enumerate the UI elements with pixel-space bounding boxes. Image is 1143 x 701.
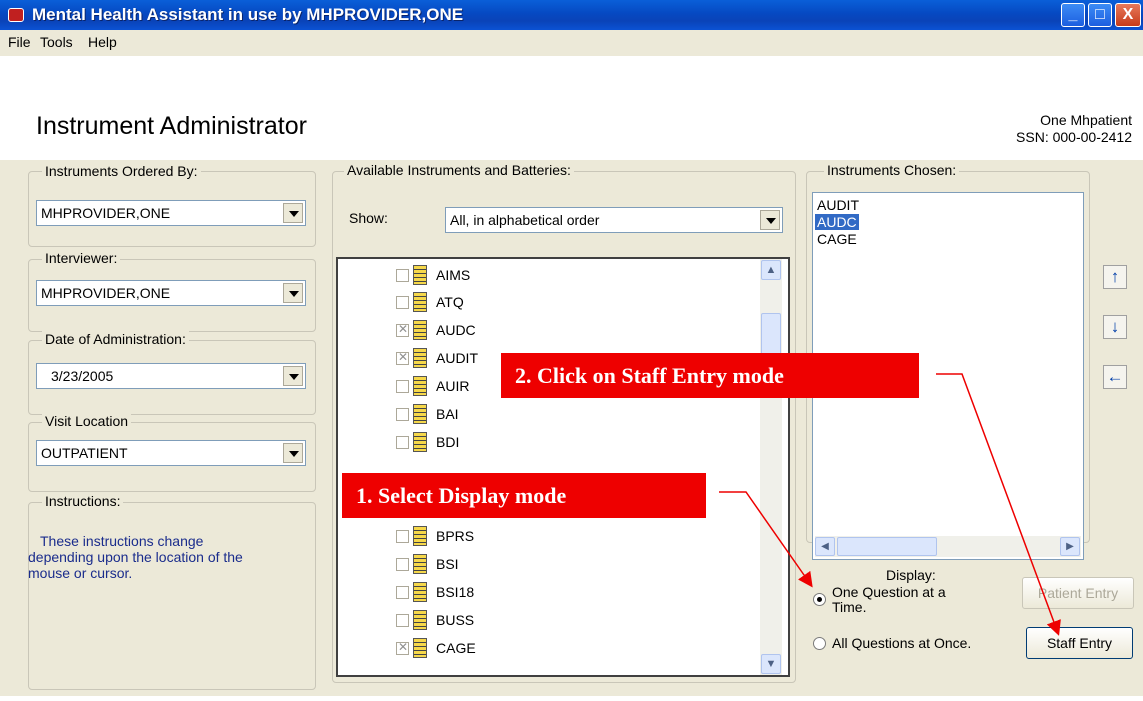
arrow-to-display bbox=[719, 491, 813, 588]
callout-step1: 1. Select Display mode bbox=[342, 473, 706, 518]
callout-arrows bbox=[719, 373, 1061, 636]
callout-step2: 2. Click on Staff Entry mode bbox=[501, 353, 919, 398]
status-bar bbox=[0, 690, 1143, 696]
arrow-to-staff-entry bbox=[936, 373, 1061, 636]
